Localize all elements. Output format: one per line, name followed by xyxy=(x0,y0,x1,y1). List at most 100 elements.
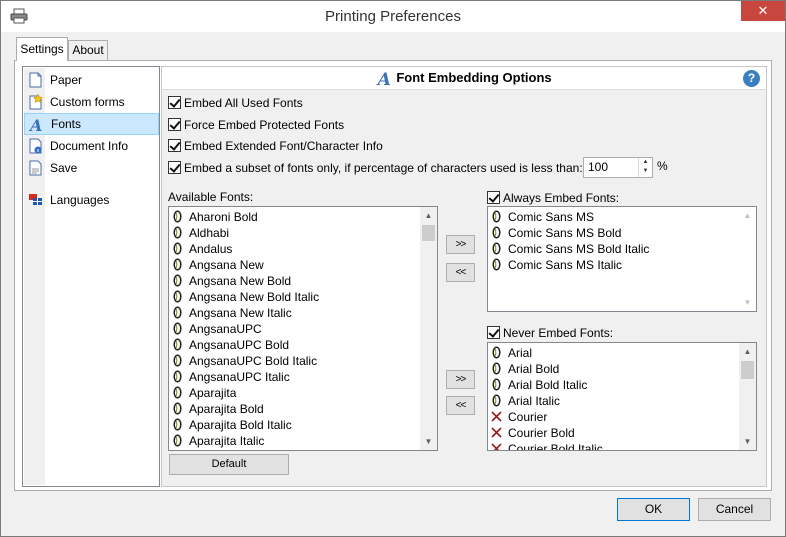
scroll-thumb[interactable] xyxy=(741,361,754,379)
list-item[interactable]: Angsana New xyxy=(172,257,264,273)
remove-from-never-embed-button[interactable]: << xyxy=(446,396,475,415)
title-bar[interactable]: Printing Preferences ✕ xyxy=(1,1,785,32)
option-label: Embed Extended Font/Character Info xyxy=(184,139,383,153)
font-name: Arial Bold xyxy=(508,362,560,376)
checkbox[interactable] xyxy=(168,161,181,174)
list-item[interactable]: Angsana New Bold xyxy=(172,273,291,289)
scroll-down-icon[interactable]: ▼ xyxy=(739,294,756,311)
list-item[interactable]: Arial Bold Italic xyxy=(491,377,587,393)
scroll-thumb[interactable] xyxy=(422,225,435,241)
opentype-font-icon xyxy=(492,378,501,391)
spin-down-icon[interactable]: ▼ xyxy=(639,167,652,176)
scroll-up-icon[interactable]: ▲ xyxy=(739,207,756,224)
list-item[interactable]: Courier Bold xyxy=(491,425,575,441)
checkbox[interactable] xyxy=(168,118,181,131)
close-button[interactable]: ✕ xyxy=(741,1,785,21)
list-item[interactable]: AngsanaUPC xyxy=(172,321,262,337)
available-fonts-list[interactable]: Aharoni Bold Aldhabi Andalus Angsana New Ang… xyxy=(168,206,438,451)
font-name: Angsana New Bold Italic xyxy=(189,290,320,304)
tab-settings[interactable]: Settings xyxy=(16,37,68,61)
opentype-font-icon xyxy=(173,418,182,431)
list-item[interactable]: Comic Sans MS xyxy=(491,209,594,225)
option-embed-subset[interactable]: Embed a subset of fonts only, if percent… xyxy=(168,160,583,176)
always-embed-fonts-list[interactable]: Comic Sans MS Comic Sans MS Bold Comic San… xyxy=(487,206,757,312)
option-embed-extended-font-info[interactable]: Embed Extended Font/Character Info xyxy=(168,138,383,154)
always-embed-toggle[interactable]: Always Embed Fonts: xyxy=(487,190,619,206)
scroll-down-icon[interactable]: ▼ xyxy=(739,433,756,450)
list-item[interactable]: Comic Sans MS Bold Italic xyxy=(491,241,649,257)
list-item[interactable]: Aparajita xyxy=(172,385,236,401)
always-embed-scrollbar[interactable]: ▲ ▼ xyxy=(739,207,756,311)
fonts-icon: A xyxy=(377,70,391,90)
font-embedding-panel: A Font Embedding Options ? Embed All Used… xyxy=(161,66,767,487)
raster-font-icon xyxy=(491,411,502,422)
spinner-buttons: ▲ ▼ xyxy=(638,158,652,177)
list-item[interactable]: Arial Bold xyxy=(491,361,559,377)
font-name: AngsanaUPC Italic xyxy=(189,370,290,384)
help-icon[interactable]: ? xyxy=(743,70,760,87)
add-to-never-embed-button[interactable]: >> xyxy=(446,370,475,389)
checkbox[interactable] xyxy=(168,96,181,109)
list-item[interactable]: Arial Italic xyxy=(491,393,560,409)
scroll-up-icon[interactable]: ▲ xyxy=(420,207,437,224)
available-fonts-scrollbar[interactable]: ▲ ▼ xyxy=(420,207,437,450)
opentype-font-icon xyxy=(173,210,182,223)
sidebar-item-fonts[interactable]: A Fonts xyxy=(24,113,159,135)
list-item[interactable]: Comic Sans MS Italic xyxy=(491,257,622,273)
list-item[interactable]: Aparajita Italic xyxy=(172,433,264,449)
never-embed-fonts-list[interactable]: Arial Arial Bold Arial Bold Italic Arial It… xyxy=(487,342,757,451)
default-button[interactable]: Default xyxy=(169,454,289,475)
remove-from-always-embed-button[interactable]: << xyxy=(446,263,475,282)
font-name: AngsanaUPC Bold Italic xyxy=(189,354,318,368)
never-embed-scrollbar[interactable]: ▲ ▼ xyxy=(739,343,756,450)
list-item[interactable]: Aldhabi xyxy=(172,225,229,241)
opentype-font-icon xyxy=(492,242,501,255)
subset-percentage-value[interactable]: 100 xyxy=(588,160,608,174)
sidebar-item-label: Languages xyxy=(50,193,110,207)
add-to-always-embed-button[interactable]: >> xyxy=(446,235,475,254)
custom-forms-icon xyxy=(29,94,43,110)
scroll-down-icon[interactable]: ▼ xyxy=(420,433,437,450)
checkbox[interactable] xyxy=(487,191,500,204)
ok-button[interactable]: OK xyxy=(617,498,690,521)
cancel-button[interactable]: Cancel xyxy=(698,498,771,521)
list-item[interactable]: Courier xyxy=(491,409,547,425)
opentype-font-icon xyxy=(173,386,182,399)
settings-tab-page: Paper Custom forms A Fonts Document Info… xyxy=(14,60,772,491)
list-item[interactable]: AngsanaUPC Bold xyxy=(172,337,289,353)
font-name: Andalus xyxy=(189,242,233,256)
list-item[interactable]: Comic Sans MS Bold xyxy=(491,225,621,241)
checkbox[interactable] xyxy=(487,326,500,339)
sidebar-item-languages[interactable]: Languages xyxy=(24,189,159,211)
list-item[interactable]: Courier Bold Italic xyxy=(491,441,603,451)
checkbox[interactable] xyxy=(168,139,181,152)
panel-title-wrap: A Font Embedding Options xyxy=(162,70,766,90)
list-item[interactable]: AngsanaUPC Bold Italic xyxy=(172,353,317,369)
font-name: Courier Bold Italic xyxy=(508,442,603,451)
list-item[interactable]: Angsana New Bold Italic xyxy=(172,289,319,305)
svg-text:A: A xyxy=(29,117,42,133)
spin-up-icon[interactable]: ▲ xyxy=(639,158,652,167)
list-item[interactable]: Andalus xyxy=(172,241,232,257)
option-force-embed-protected-fonts[interactable]: Force Embed Protected Fonts xyxy=(168,117,344,133)
sidebar-item-custom-forms[interactable]: Custom forms xyxy=(24,91,159,113)
list-item[interactable]: Angsana New Italic xyxy=(172,305,292,321)
sidebar-item-paper[interactable]: Paper xyxy=(24,69,159,91)
font-name: Comic Sans MS Bold xyxy=(508,226,622,240)
option-label: Force Embed Protected Fonts xyxy=(184,118,345,132)
tab-about[interactable]: About xyxy=(68,40,108,60)
scroll-up-icon[interactable]: ▲ xyxy=(739,343,756,360)
option-embed-all-used-fonts[interactable]: Embed All Used Fonts xyxy=(168,95,303,111)
list-item[interactable]: Aharoni Bold xyxy=(172,209,258,225)
list-item[interactable]: AngsanaUPC Italic xyxy=(172,369,290,385)
list-item[interactable]: Arial xyxy=(491,345,532,361)
opentype-font-icon xyxy=(492,210,501,223)
subset-percentage-spinner[interactable]: 100 ▲ ▼ xyxy=(583,157,653,178)
never-embed-toggle[interactable]: Never Embed Fonts: xyxy=(487,325,613,341)
list-item[interactable]: Aparajita Bold Italic xyxy=(172,417,292,433)
paper-icon xyxy=(29,72,42,88)
list-item[interactable]: Aparajita Bold xyxy=(172,401,264,417)
sidebar-item-save[interactable]: Save xyxy=(24,157,159,179)
printing-preferences-window: Printing Preferences ✕ Settings About Pa… xyxy=(0,0,786,537)
sidebar-item-document-info[interactable]: Document Info xyxy=(24,135,159,157)
